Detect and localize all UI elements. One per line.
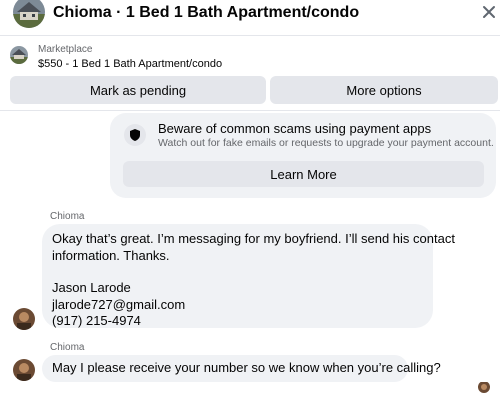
seen-indicator-avatar <box>478 381 490 393</box>
message-line: jlarode727@gmail.com <box>52 296 186 312</box>
chat-header: Chioma · 1 Bed 1 Bath Apartment/condo <box>0 0 500 36</box>
message-line: (917) 215-4974 <box>52 313 141 328</box>
message-bubble[interactable]: Okay that’s great. I’m messaging for my … <box>42 224 455 328</box>
mark-as-pending-button[interactable]: Mark as pending <box>10 76 266 104</box>
scam-warning-subtitle: Watch out for fake emails or requests to… <box>158 137 494 149</box>
message-sender: Chioma <box>50 342 85 353</box>
message-bubble[interactable]: May I please receive your number so we k… <box>42 355 441 382</box>
listing-photo[interactable] <box>13 0 45 28</box>
listing-title[interactable]: $550 - 1 Bed 1 Bath Apartment/condo <box>38 58 222 70</box>
message-line: Jason Larode <box>52 280 131 295</box>
close-icon[interactable] <box>480 3 498 21</box>
listing-source: Marketplace <box>38 44 93 55</box>
message-line: information. Thanks. <box>52 247 170 263</box>
message-sender: Chioma <box>50 211 85 222</box>
message-line: Okay that’s great. I’m messaging for my … <box>52 231 455 246</box>
scam-warning-title: Beware of common scams using payment app… <box>158 121 432 136</box>
divider <box>0 110 500 111</box>
avatar[interactable] <box>13 308 35 330</box>
more-options-button[interactable]: More options <box>270 76 498 104</box>
shield-icon <box>124 124 146 146</box>
conversation-title: Chioma · 1 Bed 1 Bath Apartment/condo <box>53 4 360 21</box>
listing-card: Marketplace $550 - 1 Bed 1 Bath Apartmen… <box>0 36 500 110</box>
learn-more-button[interactable]: Learn More <box>123 161 484 187</box>
message-line-break <box>52 264 423 280</box>
avatar[interactable] <box>13 359 35 381</box>
house-photo[interactable] <box>10 46 28 64</box>
